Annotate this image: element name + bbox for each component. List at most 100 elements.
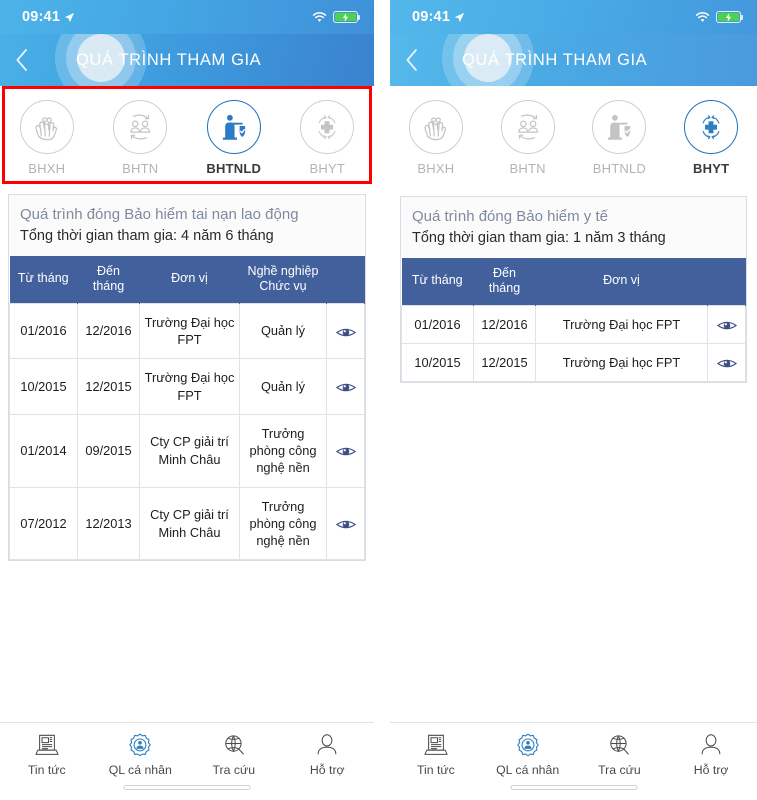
bottom-tab-label: Hỗ trợ <box>693 763 729 777</box>
navigation-bar: QUÁ TRÌNH THAM GIA <box>0 34 374 86</box>
category-label: BHTNLD <box>592 161 646 176</box>
view-detail-button[interactable] <box>326 358 365 415</box>
cell-unit: Trường Đại học FPT <box>535 304 708 345</box>
category-tab-bhtnld[interactable]: BHTNLD <box>187 100 281 176</box>
bottom-tab-personal-management[interactable]: QL cá nhân <box>94 733 188 777</box>
cell-unit: Trường Đại học FPT <box>139 358 240 415</box>
cell-from-month: 10/2015 <box>9 358 78 415</box>
table-row[interactable]: 01/2016 12/2016 Trường Đại học FPT Quản … <box>9 302 365 360</box>
view-detail-button[interactable] <box>707 304 746 345</box>
card-header: Quá trình đóng Bảo hiểm tai nạn lao động… <box>9 195 365 256</box>
location-arrow-icon <box>455 12 465 22</box>
cell-occupation: Quản lý <box>239 358 327 415</box>
eye-icon <box>335 328 356 336</box>
lightning-bolt-icon <box>342 12 349 22</box>
search-lookup-icon <box>225 735 244 755</box>
category-label: BHTN <box>509 161 546 176</box>
bottom-tab-lookup[interactable]: Tra cứu <box>187 733 281 777</box>
cell-from-month: 01/2016 <box>401 304 474 345</box>
cell-from-month: 01/2014 <box>9 413 78 488</box>
category-icon-circle <box>408 100 463 154</box>
eye-icon <box>335 383 356 392</box>
bottom-tab-news[interactable]: Tin tức <box>390 733 482 777</box>
category-tab-bhtnld[interactable]: BHTNLD <box>574 100 666 176</box>
card-title: Quá trình đóng Bảo hiểm tai nạn lao động <box>20 206 299 223</box>
page-title: QUÁ TRÌNH THAM GIA <box>462 50 648 69</box>
column-header-from-month: Từ tháng <box>9 255 78 304</box>
phone-screen-left: 09:41 QUÁ TRÌNH THAM GIA BHXH BHTN BHTNL… <box>0 0 374 800</box>
wifi-icon <box>312 12 327 22</box>
table-row[interactable]: 01/2016 12/2016 Trường Đại học FPT <box>401 304 746 345</box>
category-icon-circle <box>206 100 261 154</box>
view-detail-button[interactable] <box>326 302 365 360</box>
category-icon-circle <box>500 100 555 154</box>
eye-icon <box>335 520 356 529</box>
category-tab-bhxh[interactable]: BHXH <box>0 100 94 176</box>
eye-icon <box>335 448 356 456</box>
cell-occupation: Trưởng phòng công nghệ nền <box>239 413 327 488</box>
bottom-tab-label: Hỗ trợ <box>309 763 345 777</box>
bottom-tab-support[interactable]: Hỗ trợ <box>665 733 757 777</box>
home-indicator <box>510 785 637 790</box>
chevron-left-icon <box>406 49 417 71</box>
column-header-unit: Đơn vị <box>139 255 240 304</box>
table-row[interactable]: 10/2015 12/2015 Trường Đại học FPT <box>401 343 746 383</box>
table-row[interactable]: 01/2014 09/2015 Cty CP giải trí Minh Châ… <box>9 413 365 488</box>
cell-unit: Cty CP giải trí Minh Châu <box>139 413 240 488</box>
category-tab-bhtn[interactable]: BHTN <box>482 100 574 176</box>
bottom-tab-label: Tra cứu <box>598 763 641 777</box>
table-row[interactable]: 07/2012 12/2013 Cty CP giải trí Minh Châ… <box>9 486 365 561</box>
card-subtitle: Tổng thời gian tham gia: 4 năm 6 tháng <box>20 228 274 245</box>
bottom-tab-bar: Tin tức QL cá nhân Tra cứu Hỗ trợ <box>0 722 374 800</box>
view-detail-button[interactable] <box>326 486 365 561</box>
view-detail-button[interactable] <box>326 413 365 488</box>
news-icon <box>35 734 59 755</box>
back-button[interactable] <box>0 34 44 86</box>
cell-from-month: 10/2015 <box>401 343 474 383</box>
bottom-tab-news[interactable]: Tin tức <box>0 733 94 777</box>
bottom-tab-label: Tra cứu <box>212 763 256 777</box>
location-arrow-icon <box>65 12 75 22</box>
column-header-unit: Đơn vị <box>535 257 708 306</box>
cell-unit: Cty CP giải trí Minh Châu <box>139 486 240 561</box>
category-label: BHYT <box>309 161 345 176</box>
category-label: BHXH <box>28 161 66 176</box>
personal-gear-icon <box>129 733 151 757</box>
battery-charging-icon <box>716 11 744 23</box>
bottom-tab-personal-management[interactable]: QL cá nhân <box>482 733 574 777</box>
status-bar-time: 09:41 <box>412 9 451 25</box>
status-bar-indicators <box>695 11 744 23</box>
status-bar: 09:41 <box>390 0 757 34</box>
category-label: BHTNLD <box>206 161 262 176</box>
cell-occupation: Quản lý <box>239 302 327 360</box>
cell-to-month: 12/2015 <box>473 343 536 383</box>
support-person-icon <box>701 734 721 755</box>
status-bar-time-group: 09:41 <box>412 9 465 25</box>
category-tab-bhyt[interactable]: BHYT <box>665 100 757 176</box>
cell-to-month: 12/2016 <box>77 302 140 360</box>
bottom-tab-lookup[interactable]: Tra cứu <box>574 733 666 777</box>
category-tab-bhyt[interactable]: BHYT <box>281 100 375 176</box>
bottom-tab-support[interactable]: Hỗ trợ <box>281 733 375 777</box>
table-row[interactable]: 10/2015 12/2015 Trường Đại học FPT Quản … <box>9 358 365 415</box>
news-icon <box>424 734 448 755</box>
hands-heart-icon <box>35 117 57 141</box>
category-tab-bhxh[interactable]: BHXH <box>390 100 482 176</box>
back-button[interactable] <box>390 34 434 86</box>
page-title: QUÁ TRÌNH THAM GIA <box>76 50 262 69</box>
eye-icon <box>716 359 737 368</box>
bottom-tab-label: Tin tức <box>416 763 455 777</box>
cell-unit: Trường Đại học FPT <box>139 302 240 360</box>
category-icon-circle <box>19 100 74 154</box>
medical-cross-icon <box>702 115 720 140</box>
column-header-occupation: Nghề nghiệp Chức vụ <box>239 255 327 304</box>
category-tab-bhtn[interactable]: BHTN <box>94 100 188 176</box>
card-header: Quá trình đóng Bảo hiểm y tế Tổng thời g… <box>401 197 746 258</box>
bottom-tab-label: QL cá nhân <box>496 763 560 777</box>
table-header-row: Từ tháng Đến tháng Đơn vị <box>401 257 746 306</box>
participation-card: Quá trình đóng Bảo hiểm tai nạn lao động… <box>8 194 366 562</box>
category-label: BHYT <box>693 161 730 176</box>
screenshot-root: 09:41 QUÁ TRÌNH THAM GIA BHXH BHTN BHTNL… <box>0 0 757 800</box>
chevron-left-icon <box>16 49 27 71</box>
view-detail-button[interactable] <box>707 343 746 383</box>
